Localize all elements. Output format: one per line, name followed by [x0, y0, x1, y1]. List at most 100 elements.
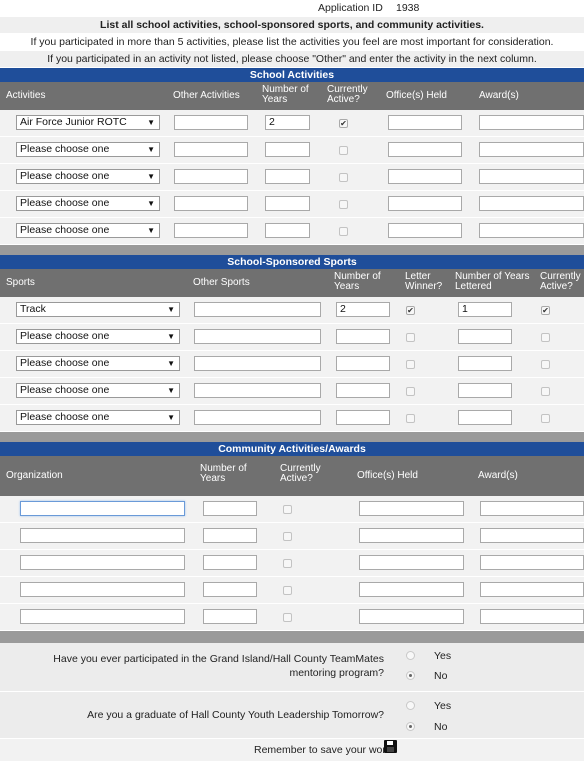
activity-years-input[interactable] — [265, 223, 310, 238]
other-activity-input[interactable] — [174, 196, 248, 211]
community-award-input[interactable] — [480, 609, 584, 624]
activity-office-input[interactable] — [388, 196, 462, 211]
question-youth-leadership-text: Are you a graduate of Hall County Youth … — [87, 709, 384, 721]
activity-years-input[interactable] — [265, 142, 310, 157]
years-lettered-input[interactable] — [458, 410, 512, 425]
activity-award-input[interactable] — [479, 115, 584, 130]
leadership-no-label: No — [434, 721, 448, 733]
community-active-checkbox[interactable] — [283, 586, 292, 595]
activity-active-checkbox[interactable] — [339, 227, 348, 236]
activity-active-checkbox[interactable]: ✔ — [339, 119, 348, 128]
letter-winner-checkbox[interactable] — [406, 387, 415, 396]
sport-active-checkbox[interactable] — [541, 387, 550, 396]
community-years-input[interactable] — [203, 501, 257, 516]
activity-years-input[interactable]: 2 — [265, 115, 310, 130]
activity-select[interactable]: Please choose one ▼ — [16, 142, 160, 157]
community-years-input[interactable] — [203, 609, 257, 624]
teammates-no-radio[interactable] — [406, 671, 415, 680]
community-years-input[interactable] — [203, 582, 257, 597]
sport-years-input[interactable]: 2 — [336, 302, 390, 317]
activity-years-input[interactable] — [265, 169, 310, 184]
community-active-checkbox[interactable] — [283, 505, 292, 514]
activity-award-input[interactable] — [479, 169, 584, 184]
community-years-input[interactable] — [203, 555, 257, 570]
sport-years-input[interactable] — [336, 410, 390, 425]
sport-select[interactable]: Please choose one ▼ — [16, 356, 180, 371]
years-lettered-input[interactable] — [458, 383, 512, 398]
community-office-input[interactable] — [359, 528, 464, 543]
other-sport-input[interactable] — [194, 410, 321, 425]
sport-active-checkbox[interactable] — [541, 360, 550, 369]
other-sport-input[interactable] — [194, 302, 321, 317]
community-office-input[interactable] — [359, 582, 464, 597]
other-sport-input[interactable] — [194, 329, 321, 344]
years-lettered-input[interactable] — [458, 356, 512, 371]
dropdown-value: Please choose one — [20, 411, 110, 423]
activity-row: Please choose one ▼ — [0, 191, 584, 218]
sport-years-input[interactable] — [336, 356, 390, 371]
years-lettered-input[interactable] — [458, 329, 512, 344]
community-years-input[interactable] — [203, 528, 257, 543]
activity-select[interactable]: Air Force Junior ROTC ▼ — [16, 115, 160, 130]
other-activity-input[interactable] — [174, 115, 248, 130]
years-lettered-input[interactable]: 1 — [458, 302, 512, 317]
organization-input[interactable] — [20, 582, 185, 597]
activity-active-checkbox[interactable] — [339, 146, 348, 155]
save-icon[interactable] — [384, 740, 397, 753]
dropdown-value: Please choose one — [20, 197, 110, 209]
letter-winner-checkbox[interactable] — [406, 414, 415, 423]
letter-winner-checkbox[interactable]: ✔ — [406, 306, 415, 315]
activity-active-checkbox[interactable] — [339, 200, 348, 209]
sport-active-checkbox[interactable]: ✔ — [541, 306, 550, 315]
dropdown-value: Track — [20, 303, 46, 315]
activity-years-input[interactable] — [265, 196, 310, 211]
letter-winner-checkbox[interactable] — [406, 333, 415, 342]
leadership-no-radio[interactable] — [406, 722, 415, 731]
activity-office-input[interactable] — [388, 142, 462, 157]
sport-years-input[interactable] — [336, 383, 390, 398]
col-years-lettered: Number of Years Lettered — [455, 271, 530, 292]
community-office-input[interactable] — [359, 501, 464, 516]
activity-award-input[interactable] — [479, 142, 584, 157]
other-sport-input[interactable] — [194, 356, 321, 371]
col-other-sports: Other Sports — [193, 277, 250, 288]
community-award-input[interactable] — [480, 582, 584, 597]
community-active-checkbox[interactable] — [283, 559, 292, 568]
community-active-checkbox[interactable] — [283, 613, 292, 622]
sport-active-checkbox[interactable] — [541, 414, 550, 423]
activity-select[interactable]: Please choose one ▼ — [16, 196, 160, 211]
activity-select[interactable]: Please choose one ▼ — [16, 223, 160, 238]
sport-select[interactable]: Please choose one ▼ — [16, 410, 180, 425]
activity-office-input[interactable] — [388, 223, 462, 238]
organization-input[interactable] — [20, 609, 185, 624]
sport-select[interactable]: Track ▼ — [16, 302, 180, 317]
other-activity-input[interactable] — [174, 169, 248, 184]
activity-active-checkbox[interactable] — [339, 173, 348, 182]
community-office-input[interactable] — [359, 555, 464, 570]
activity-award-input[interactable] — [479, 196, 584, 211]
sport-years-input[interactable] — [336, 329, 390, 344]
save-reminder: Remember to save your work — [0, 739, 584, 761]
community-award-input[interactable] — [480, 555, 584, 570]
sport-select[interactable]: Please choose one ▼ — [16, 383, 180, 398]
community-active-checkbox[interactable] — [283, 532, 292, 541]
other-activity-input[interactable] — [174, 223, 248, 238]
sport-active-checkbox[interactable] — [541, 333, 550, 342]
organization-input[interactable] — [20, 501, 185, 516]
other-sport-input[interactable] — [194, 383, 321, 398]
community-award-input[interactable] — [480, 528, 584, 543]
organization-input[interactable] — [20, 528, 185, 543]
activity-award-input[interactable] — [479, 223, 584, 238]
other-activity-input[interactable] — [174, 142, 248, 157]
chevron-down-icon: ▼ — [167, 386, 175, 395]
leadership-yes-radio[interactable] — [406, 701, 415, 710]
activity-select[interactable]: Please choose one ▼ — [16, 169, 160, 184]
community-award-input[interactable] — [480, 501, 584, 516]
teammates-yes-radio[interactable] — [406, 651, 415, 660]
community-office-input[interactable] — [359, 609, 464, 624]
activity-office-input[interactable] — [388, 169, 462, 184]
activity-office-input[interactable] — [388, 115, 462, 130]
letter-winner-checkbox[interactable] — [406, 360, 415, 369]
sport-select[interactable]: Please choose one ▼ — [16, 329, 180, 344]
organization-input[interactable] — [20, 555, 185, 570]
